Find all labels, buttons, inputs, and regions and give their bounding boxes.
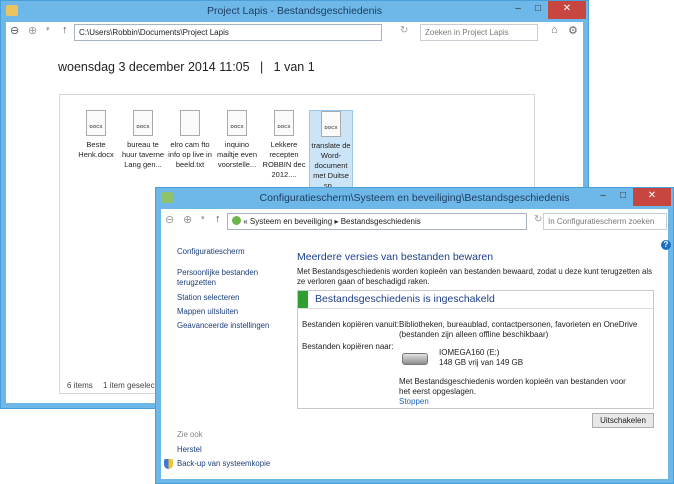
copy-from-value: Bibliotheken, bureaublad, contactpersone… <box>399 320 638 339</box>
maximize-button[interactable]: □ <box>528 1 548 19</box>
status-indicator <box>298 291 308 308</box>
drive-space: 148 GB vrij van 149 GB <box>439 358 524 367</box>
chevron-down-icon[interactable]: ▾ <box>46 25 50 33</box>
see-also-label: Zie ook <box>177 430 203 439</box>
search-input[interactable]: In Configuratiescherm zoeken <box>543 213 667 230</box>
description: Met Bestandsgeschiedenis worden kopieën … <box>297 267 652 286</box>
forward-icon[interactable]: ⊕ <box>183 213 192 226</box>
file-item[interactable]: DOCX bureau te huur taverne Lang gen... <box>121 110 165 170</box>
file-item[interactable]: DOCX Beste Henk.docx <box>74 110 118 160</box>
main-heading: Meerdere versies van bestanden bewaren <box>297 251 494 263</box>
file-item[interactable]: elro cam fto info op live in beeld.txt <box>168 110 212 170</box>
chevron-down-icon[interactable]: ▾ <box>201 214 205 222</box>
info-text: Met Bestandsgeschiedenis worden kopieën … <box>399 377 626 396</box>
file-item[interactable]: DOCX inquino mailtje even voorstelle... <box>215 110 259 170</box>
up-icon[interactable]: ↑ <box>215 213 221 225</box>
maximize-button[interactable]: □ <box>613 188 633 206</box>
refresh-icon[interactable]: ↻ <box>400 25 408 36</box>
back-icon[interactable]: ⊖ <box>165 213 174 226</box>
file-name: elro cam fto info op live in beeld.txt <box>168 140 212 169</box>
file-name: inquino mailtje even voorstelle... <box>216 140 258 169</box>
stop-link[interactable]: Stoppen <box>399 397 429 406</box>
help-icon[interactable]: ? <box>661 240 671 250</box>
document-icon: DOCX <box>227 110 247 136</box>
address-bar[interactable]: C:\Users\Robbin\Documents\Project Lapis <box>74 24 382 41</box>
gear-icon[interactable]: ⚙ <box>568 24 578 37</box>
document-icon: DOCX <box>321 111 341 137</box>
document-icon: DOCX <box>274 110 294 136</box>
home-icon[interactable]: ⌂ <box>551 24 558 36</box>
status-box: Bestandsgeschiedenis is ingeschakeld Bes… <box>297 290 654 409</box>
drive-name: IOMEGA160 (E:) <box>439 348 500 357</box>
status-header: Bestandsgeschiedenis is ingeschakeld <box>298 291 653 309</box>
file-type: DOCX <box>89 124 103 129</box>
disable-button[interactable]: Uitschakelen <box>592 413 654 428</box>
nav-select-drive[interactable]: Station selecteren <box>177 293 239 303</box>
file-name: translate de Word-document met Duitse sp… <box>311 141 351 190</box>
control-panel-window: Configuratiescherm\Systeem en beveiligin… <box>155 187 674 484</box>
file-type: DOCX <box>136 124 150 129</box>
shield-icon <box>164 459 173 469</box>
file-item[interactable]: DOCX Lekkere recepten ROBBIN dec 2012.... <box>262 110 306 180</box>
nav-exclude-folders[interactable]: Mappen uitsluiten <box>177 307 238 317</box>
address-bar[interactable]: « Systeem en beveiliging ▸ Bestandsgesch… <box>227 213 527 230</box>
drive-icon <box>402 353 428 365</box>
file-name: bureau te huur taverne Lang gen... <box>121 140 165 169</box>
up-icon[interactable]: ↑ <box>62 24 68 36</box>
close-button[interactable]: ✕ <box>633 188 671 206</box>
file-name: Lekkere recepten ROBBIN dec 2012.... <box>262 140 306 179</box>
document-icon: DOCX <box>86 110 106 136</box>
control-client: ⊖ ⊕ ▾ ↑ « Systeem en beveiliging ▸ Besta… <box>161 209 671 479</box>
minimize-button[interactable]: – <box>508 1 528 19</box>
forward-icon[interactable]: ⊕ <box>28 24 37 37</box>
breadcrumb-system-security[interactable]: Systeem en beveiliging <box>250 217 332 226</box>
minimize-button[interactable]: – <box>593 188 613 206</box>
file-type: DOCX <box>230 124 244 129</box>
status-text: Bestandsgeschiedenis is ingeschakeld <box>315 293 495 305</box>
nav-restore-personal-files[interactable]: Persoonlijke bestanden terugzetten <box>177 268 267 288</box>
file-type: DOCX <box>277 124 291 129</box>
status-item-count: 6 items <box>67 381 93 390</box>
copy-to-label: Bestanden kopiëren naar: <box>302 342 394 351</box>
close-button[interactable]: ✕ <box>548 1 586 19</box>
recovery-link[interactable]: Herstel <box>177 445 202 455</box>
window-title: Project Lapis - Bestandsgeschiedenis <box>206 5 383 17</box>
file-type: DOCX <box>324 125 338 130</box>
breadcrumb-file-history[interactable]: Bestandsgeschiedenis <box>341 217 421 226</box>
search-input[interactable]: Zoeken in Project Lapis <box>420 24 538 41</box>
file-name: Beste Henk.docx <box>78 140 114 159</box>
back-icon[interactable]: ⊖ <box>10 24 19 37</box>
system-image-backup-link[interactable]: Back-up van systeemkopie <box>177 459 270 469</box>
refresh-icon[interactable]: ↻ <box>534 214 542 225</box>
document-icon: DOCX <box>133 110 153 136</box>
document-icon <box>180 110 200 136</box>
snapshot-heading: woensdag 3 december 2014 11:05 | 1 van 1 <box>58 60 315 74</box>
control-panel-icon <box>232 216 241 225</box>
file-item[interactable]: DOCX translate de Word-document met Duits… <box>309 110 353 192</box>
nav-control-panel-home[interactable]: Configuratiescherm <box>177 247 245 257</box>
breadcrumb-prefix[interactable]: « <box>243 217 247 226</box>
nav-advanced-settings[interactable]: Geavanceerde instellingen <box>177 321 269 331</box>
copy-from-label: Bestanden kopiëren vanuit: <box>302 320 399 329</box>
